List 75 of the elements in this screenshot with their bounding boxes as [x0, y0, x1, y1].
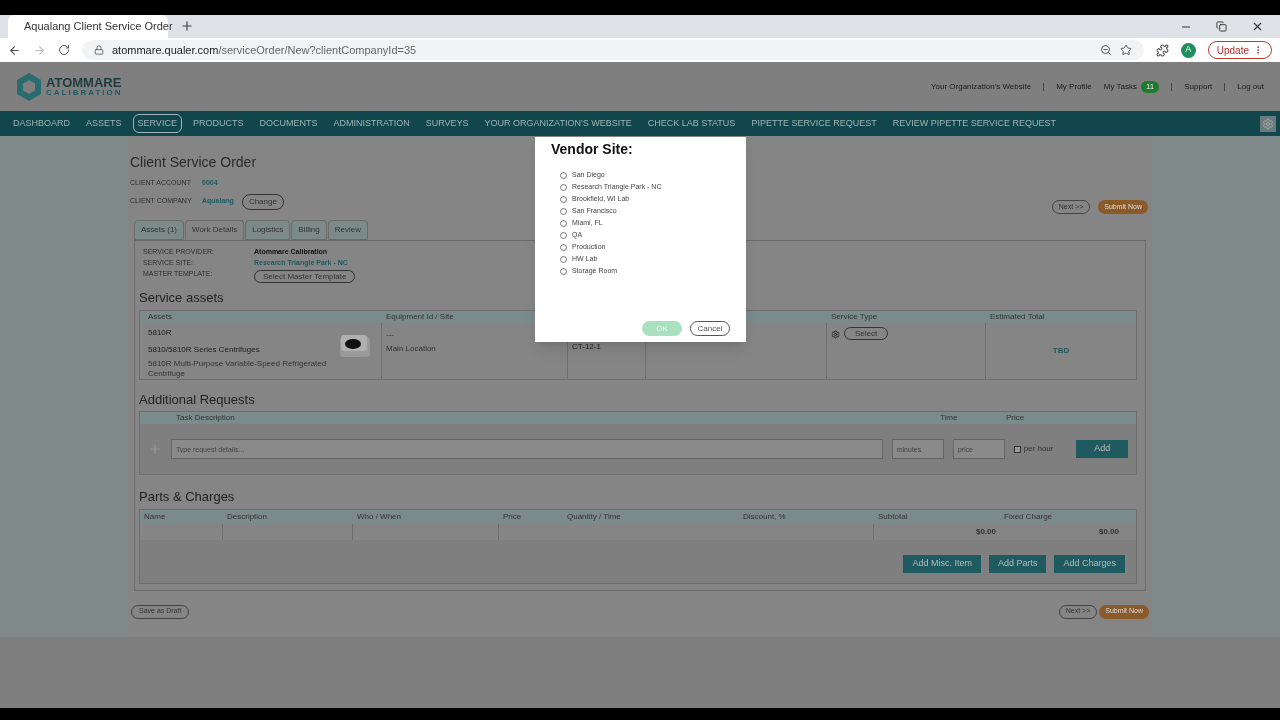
table-cell: CT-12-1: [572, 341, 601, 351]
new-tab-icon[interactable]: [180, 19, 194, 33]
column-header: Name: [143, 510, 167, 523]
nav-item[interactable]: CHECK LAB STATUS: [642, 113, 741, 134]
per-hour-checkbox[interactable]: [1013, 445, 1021, 453]
nav-item[interactable]: PIPETTE SERVICE REQUEST: [746, 113, 882, 134]
header-link[interactable]: My Tasks: [1103, 80, 1137, 93]
nav-item[interactable]: YOUR ORGANIZATION'S WEBSITE: [479, 113, 637, 134]
asset-name: 5810/5810R Series Centrifuges: [148, 343, 261, 356]
header-link[interactable]: Log out: [1237, 80, 1264, 93]
form-tab[interactable]: Assets (1): [134, 220, 184, 240]
task-count-badge: 11: [1140, 80, 1160, 93]
back-icon[interactable]: [8, 43, 21, 57]
section-title: Parts & Charges: [139, 488, 236, 506]
nav-item[interactable]: SERVICE: [132, 113, 182, 134]
nav-item[interactable]: DOCUMENTS: [254, 113, 323, 134]
column-header: Service Type: [830, 310, 879, 323]
close-icon[interactable]: [1251, 20, 1264, 33]
column-header: Discount, %: [742, 510, 787, 523]
nav-item[interactable]: PRODUCTS: [187, 113, 249, 134]
column-header: Assets: [147, 310, 173, 323]
column-header: Subtotal: [877, 510, 909, 523]
add-button[interactable]: Add: [1076, 440, 1128, 458]
tab-title: Aqualang Client Service Order: [24, 19, 173, 35]
nav-item[interactable]: SURVEYS: [420, 113, 474, 134]
asset-description: 5810R Multi-Purpose Variable-Speed Refrigerated Centrifuge: [148, 358, 328, 379]
header-link[interactable]: Support: [1184, 80, 1213, 93]
url-text: atommare.qualer.com/serviceOrder/New?clientCompanyId=35: [112, 42, 417, 58]
settings-icon[interactable]: [1260, 115, 1276, 132]
form-tab[interactable]: Billing: [291, 220, 327, 240]
form-tab[interactable]: Logistics: [245, 220, 291, 240]
equipment-id: ---: [386, 328, 395, 341]
logo-title: ATOMMARE: [46, 76, 123, 89]
logo-icon: [16, 71, 42, 102]
nav-item[interactable]: ASSETS: [81, 113, 127, 134]
lock-icon: [94, 45, 104, 55]
header-link[interactable]: Your Organization's Website: [930, 80, 1032, 93]
column-header: Equipment Id / Site: [385, 310, 455, 323]
nav-item[interactable]: ADMINISTRATION: [328, 113, 415, 134]
action-button[interactable]: Add Misc. Item: [903, 554, 981, 573]
asset-model: 5810R: [148, 326, 173, 339]
subtotal-value: $0.00: [974, 525, 997, 538]
action-button[interactable]: Add Charges: [1054, 554, 1125, 573]
column-header: Price: [502, 510, 523, 523]
column-header: Task Description: [175, 412, 236, 424]
nav-item[interactable]: REVIEW PIPETTE SERVICE REQUEST: [887, 113, 1062, 134]
per-hour-label: per hour: [1023, 443, 1054, 455]
column-header: Time: [940, 412, 959, 424]
logo-subtitle: CALIBRATION: [46, 89, 123, 97]
section-title: Service assets: [139, 289, 225, 307]
extensions-icon[interactable]: [1155, 43, 1169, 57]
restore-icon[interactable]: [1216, 21, 1227, 32]
action-button[interactable]: Add Parts: [988, 554, 1047, 573]
zoom-icon[interactable]: [1099, 44, 1112, 56]
page-title: Client Service Order: [130, 153, 258, 172]
section-title: Additional Requests: [139, 390, 256, 409]
reload-icon[interactable]: [58, 44, 70, 56]
column-header: Description: [226, 510, 268, 523]
star-icon[interactable]: [1119, 44, 1132, 56]
profile-avatar[interactable]: A: [1180, 42, 1196, 58]
fixed-charge-value: $0.00: [1097, 525, 1120, 538]
column-header: Who / When: [356, 510, 402, 523]
column-header: Quantity / Time: [566, 510, 622, 523]
column-header: Estimated Total: [989, 310, 1046, 323]
address-field[interactable]: atommare.qualer.com/serviceOrder/New?clientCompanyId=35: [82, 40, 1144, 60]
nav-item[interactable]: DASHBOARD: [8, 113, 75, 134]
column-header: Fixed Charge: [1003, 510, 1054, 523]
form-tab[interactable]: Review: [327, 220, 368, 240]
column-header: Price: [1006, 412, 1025, 424]
header-link[interactable]: My Profile: [1056, 80, 1092, 93]
gear-icon[interactable]: [831, 329, 840, 339]
dialog-title: Vendor Site:: [551, 140, 634, 159]
form-tab[interactable]: Work Details: [185, 220, 245, 240]
site-text: Main Location: [386, 342, 437, 355]
estimated-total: TBD: [1052, 344, 1070, 357]
